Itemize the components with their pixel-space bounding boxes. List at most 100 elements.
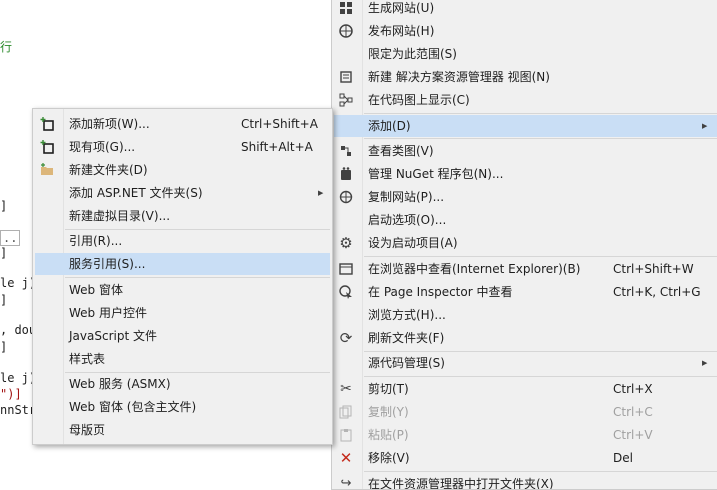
menu-item-label: 限定为此范围(S)	[368, 47, 457, 61]
paste-icon	[338, 427, 354, 443]
menu-item-label: 复制网站(P)...	[368, 190, 445, 204]
menu-item-label: 设为启动项目(A)	[368, 236, 458, 250]
menu-item-label: Web 服务 (ASMX)	[69, 377, 171, 391]
submenu-item-javascript-file[interactable]: JavaScript 文件	[35, 325, 330, 347]
menu-item-view-in-browser[interactable]: 在浏览器中查看(Internet Explorer)(B) Ctrl+Shift…	[334, 258, 717, 280]
menu-item-shortcut: Ctrl+Shift+A	[241, 117, 318, 131]
menu-item-label: 母版页	[69, 423, 106, 437]
menu-item-label: 复制(Y)	[368, 405, 409, 419]
code-text: ]	[0, 340, 8, 354]
menu-item-label: 在 Page Inspector 中查看	[368, 285, 513, 299]
page-inspector-icon	[338, 284, 354, 300]
menu-item-refresh-folder[interactable]: ⟳ 刷新文件夹(F)	[334, 327, 717, 349]
code-text: 行	[0, 40, 13, 54]
menu-item-label: 添加 ASP.NET 文件夹(S)	[69, 186, 203, 200]
submenu-item-new-item[interactable]: 添加新项(W)... Ctrl+Shift+A	[35, 113, 330, 135]
submenu-arrow-icon: ▶	[318, 189, 324, 197]
submenu-item-existing-item[interactable]: 现有项(G)... Shift+Alt+A	[35, 136, 330, 158]
menu-item-show-on-code-map[interactable]: 在代码图上显示(C)	[334, 89, 717, 111]
submenu-item-new-virtual-dir[interactable]: 新建虚拟目录(V)...	[35, 205, 330, 227]
submenu-item-new-folder[interactable]: 新建文件夹(D)	[35, 159, 330, 181]
refresh-icon: ⟳	[339, 329, 353, 347]
menu-item-shortcut: Shift+Alt+A	[241, 140, 313, 154]
submenu-arrow-icon: ▶	[702, 359, 708, 367]
code-text: ]	[0, 293, 8, 307]
menu-item-label: 新建虚拟目录(V)...	[69, 209, 171, 223]
menu-item-set-startup[interactable]: ⚙ 设为启动项目(A)	[334, 232, 717, 254]
menu-item-label: Web 窗体 (包含主文件)	[69, 400, 197, 414]
menu-item-paste[interactable]: 粘贴(P) Ctrl+V	[334, 424, 717, 446]
submenu-item-add-aspnet-folder[interactable]: 添加 ASP.NET 文件夹(S) ▶	[35, 182, 330, 204]
menu-item-label: 刷新文件夹(F)	[368, 331, 445, 345]
menu-item-remove[interactable]: ✕ 移除(V) Del	[334, 447, 717, 469]
menu-item-page-inspector[interactable]: 在 Page Inspector 中查看 Ctrl+K, Ctrl+G	[334, 281, 717, 303]
code-map-icon	[338, 92, 354, 108]
menu-item-shortcut: Ctrl+C	[613, 405, 653, 419]
menu-item-source-control[interactable]: 源代码管理(S) ▶	[334, 352, 717, 374]
menu-item-view-class-diagram[interactable]: 查看类图(V)	[334, 140, 717, 162]
menu-item-label: Web 窗体	[69, 283, 123, 297]
menu-item-label: 添加新项(W)...	[69, 117, 150, 131]
menu-item-startup-options[interactable]: 启动选项(O)...	[334, 209, 717, 231]
menu-item-copy[interactable]: 复制(Y) Ctrl+C	[334, 401, 717, 423]
code-text: le j)	[0, 276, 37, 290]
menu-item-label: 发布网站(H)	[368, 24, 435, 38]
context-menu: 生成网站(U) 发布网站(H) 限定为此范围(S) 新建 解决方案资源管理器 视…	[331, 0, 717, 490]
existing-item-icon	[39, 139, 55, 155]
menu-item-label: 管理 NuGet 程序包(N)...	[368, 167, 504, 181]
nuget-icon	[338, 166, 354, 182]
browser-view-icon	[338, 261, 354, 277]
menu-item-label: 浏览方式(H)...	[368, 308, 446, 322]
submenu-item-web-service-asmx[interactable]: Web 服务 (ASMX)	[35, 373, 330, 395]
submenu-item-web-user-control[interactable]: Web 用户控件	[35, 302, 330, 324]
menu-item-label: 生成网站(U)	[368, 1, 435, 15]
menu-item-label: Web 用户控件	[69, 306, 147, 320]
menu-item-shortcut: Ctrl+Shift+W	[613, 262, 694, 276]
menu-item-browse-with[interactable]: 浏览方式(H)...	[334, 304, 717, 326]
menu-item-cut[interactable]: ✂ 剪切(T) Ctrl+X	[334, 378, 717, 400]
class-diagram-icon	[338, 143, 354, 159]
scissors-icon: ✂	[340, 381, 352, 397]
menu-item-scope-to-this[interactable]: 限定为此范围(S)	[334, 43, 717, 65]
new-item-icon	[39, 116, 55, 132]
menu-item-label: 粘贴(P)	[368, 428, 409, 442]
submenu-item-reference[interactable]: 引用(R)...	[35, 230, 330, 252]
menu-item-label: 新建文件夹(D)	[69, 163, 148, 177]
menu-item-publish-website[interactable]: 发布网站(H)	[334, 20, 717, 42]
copy-icon	[338, 404, 354, 420]
menu-item-shortcut: Ctrl+X	[613, 382, 653, 396]
publish-globe-icon	[338, 23, 354, 39]
new-folder-icon	[39, 162, 55, 178]
code-text: nnStr	[0, 403, 37, 417]
code-text: le j)	[0, 371, 37, 385]
menu-item-copy-website[interactable]: 复制网站(P)...	[334, 186, 717, 208]
menu-item-label: 服务引用(S)...	[69, 257, 146, 271]
submenu-item-web-form[interactable]: Web 窗体	[35, 279, 330, 301]
menu-item-label: 在浏览器中查看(Internet Explorer)(B)	[368, 262, 581, 276]
menu-item-label: 新建 解决方案资源管理器 视图(N)	[368, 70, 550, 84]
menu-item-build-website[interactable]: 生成网站(U)	[334, 0, 717, 19]
menu-item-label: 源代码管理(S)	[368, 356, 445, 370]
menu-item-manage-nuget[interactable]: 管理 NuGet 程序包(N)...	[334, 163, 717, 185]
menu-item-label: 剪切(T)	[368, 382, 409, 396]
code-text: ")]	[0, 387, 22, 401]
copy-web-icon	[338, 189, 354, 205]
submenu-item-stylesheet[interactable]: 样式表	[35, 348, 330, 370]
submenu-item-service-reference[interactable]: 服务引用(S)...	[35, 253, 330, 275]
menu-item-open-in-explorer[interactable]: ↪ 在文件资源管理器中打开文件夹(X)	[334, 473, 717, 489]
gear-icon: ⚙	[339, 234, 353, 252]
menu-item-new-solution-view[interactable]: 新建 解决方案资源管理器 视图(N)	[334, 66, 717, 88]
menu-item-label: 启动选项(O)...	[368, 213, 447, 227]
code-text: ]	[0, 199, 8, 213]
menu-item-shortcut: Del	[613, 451, 633, 465]
menu-item-shortcut: Ctrl+V	[613, 428, 653, 442]
submenu-item-web-form-master[interactable]: Web 窗体 (包含主文件)	[35, 396, 330, 418]
build-web-icon	[338, 0, 354, 16]
submenu-item-master-page[interactable]: 母版页	[35, 419, 330, 441]
menu-item-label: 在代码图上显示(C)	[368, 93, 470, 107]
collapsed-region[interactable]: ..	[0, 230, 21, 246]
menu-item-label: 引用(R)...	[69, 234, 123, 248]
menu-item-label: 现有项(G)...	[69, 140, 136, 154]
menu-item-add[interactable]: 添加(D) ▶	[334, 115, 717, 137]
new-view-icon	[338, 69, 354, 85]
